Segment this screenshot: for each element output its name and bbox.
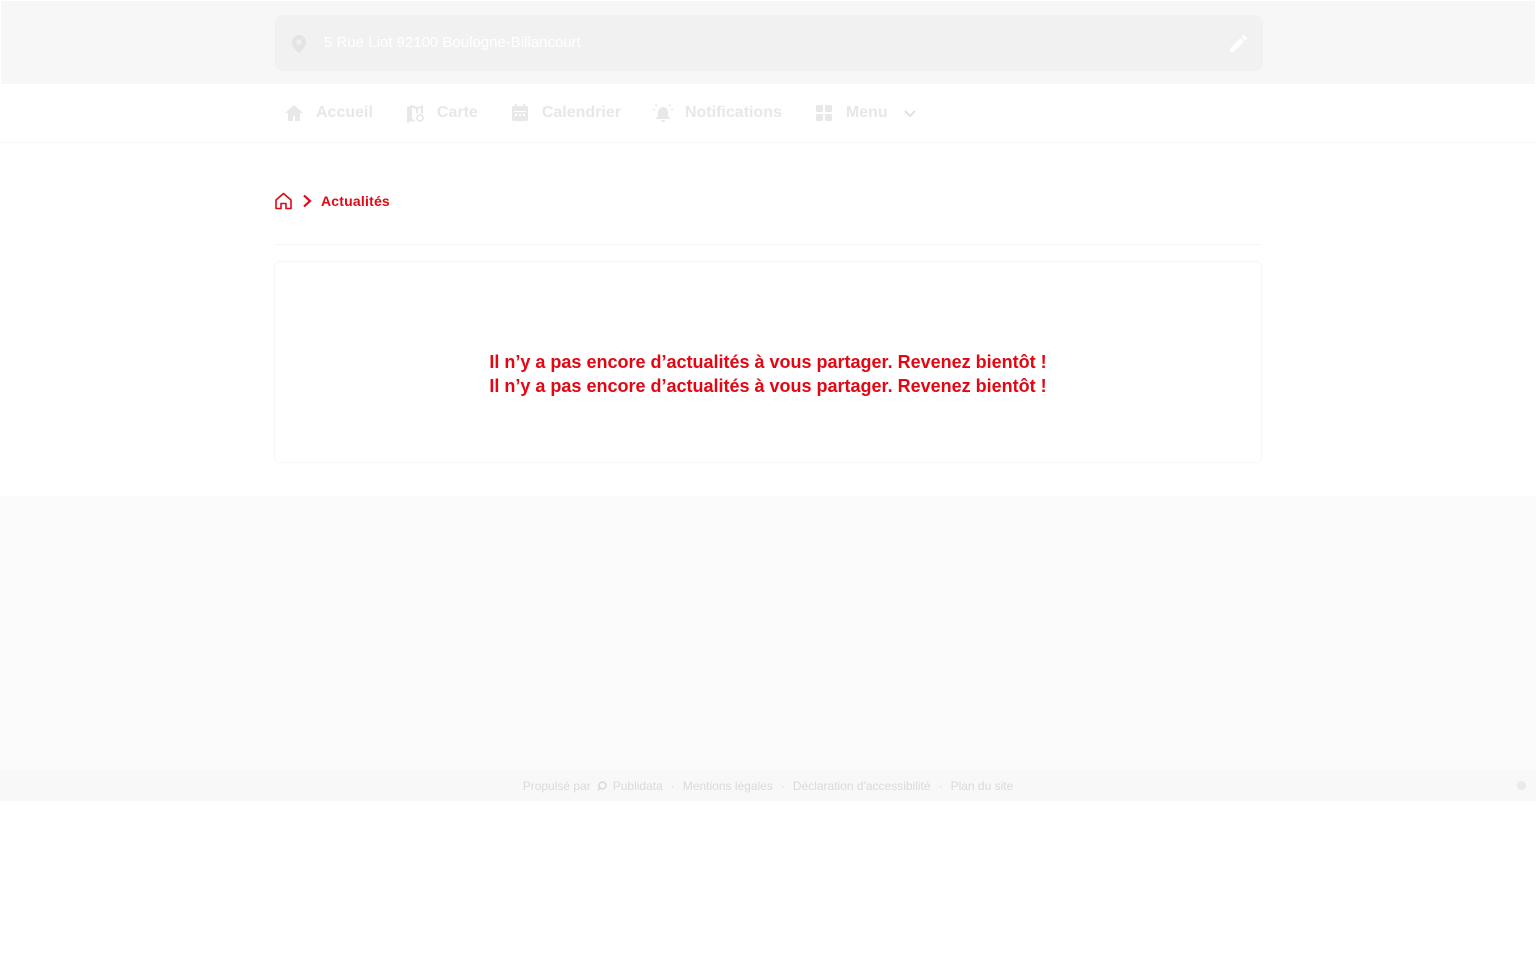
sitemap-link[interactable]: Plan du site — [951, 779, 1014, 793]
grid-icon — [815, 105, 832, 121]
legal-notice-link[interactable]: Mentions légales — [683, 779, 773, 793]
footer-separator: · — [670, 778, 675, 793]
home-outline-icon[interactable] — [274, 192, 293, 210]
empty-state-message: Il n’y a pas encore d’actualités à vous … — [489, 376, 1047, 396]
address-selector[interactable]: 5 Rue Liot 92100 Boulogne-Billancourt — [275, 15, 1263, 71]
home-icon — [285, 105, 303, 121]
publidata-link[interactable]: Publidata — [613, 779, 663, 793]
nav-item-menu[interactable]: Menu — [814, 93, 918, 133]
publidata-logo-icon — [597, 780, 607, 791]
chevron-right-icon — [303, 194, 312, 208]
nav-item-carte[interactable]: Carte — [405, 93, 478, 133]
nav-label: Accueil — [316, 104, 373, 121]
alarm-bell-icon — [652, 103, 673, 122]
calendar-icon — [511, 104, 528, 121]
nav-item-calendrier[interactable]: Calendrier — [510, 93, 621, 133]
nav-item-notifications[interactable]: Notifications — [652, 93, 782, 133]
page-background — [0, 496, 1536, 770]
map-pin-icon — [291, 35, 307, 53]
footer-separator: · — [780, 778, 785, 793]
empty-state-card: Il n’y a pas encore d’actualités à vous … — [274, 261, 1262, 463]
main-nav: Accueil Carte Calendrier Notifications M… — [0, 84, 1536, 143]
map-icon — [406, 105, 424, 123]
powered-by: Propulsé par Publidata — [523, 779, 663, 793]
nav-item-accueil[interactable]: Accueil — [284, 93, 373, 133]
breadcrumb-current: Actualités — [321, 193, 390, 209]
accessibility-statement-link[interactable]: Déclaration d'accessibilité — [793, 779, 931, 793]
nav-label: Carte — [436, 104, 478, 121]
nav-label: Calendrier — [541, 104, 621, 121]
pencil-icon[interactable] — [1230, 35, 1247, 52]
header-bar: 5 Rue Liot 92100 Boulogne-Billancourt — [1, 1, 1535, 84]
nav-label: Notifications — [684, 104, 782, 121]
divider — [274, 244, 1262, 245]
nav-list: Accueil Carte Calendrier Notifications M… — [284, 84, 918, 142]
footer-links: Propulsé par Publidata · Mentions légale… — [0, 770, 1536, 801]
nav-label: Menu — [845, 104, 888, 121]
chevron-down-icon — [903, 110, 916, 118]
address-text: 5 Rue Liot 92100 Boulogne-Billancourt — [324, 34, 581, 51]
empty-state-message: Il n’y a pas encore d’actualités à vous … — [489, 352, 1047, 372]
page: 5 Rue Liot 92100 Boulogne-Billancourt Ac… — [0, 0, 1536, 960]
settings-dot-icon[interactable] — [1517, 781, 1526, 790]
breadcrumb: Actualités — [274, 191, 390, 211]
footer-separator: · — [938, 778, 943, 793]
main-content: Actualités Il n’y a pas encore d’actuali… — [1, 143, 1535, 495]
powered-by-label: Propulsé par — [522, 778, 591, 793]
footer: Propulsé par Publidata · Mentions légale… — [0, 770, 1536, 801]
